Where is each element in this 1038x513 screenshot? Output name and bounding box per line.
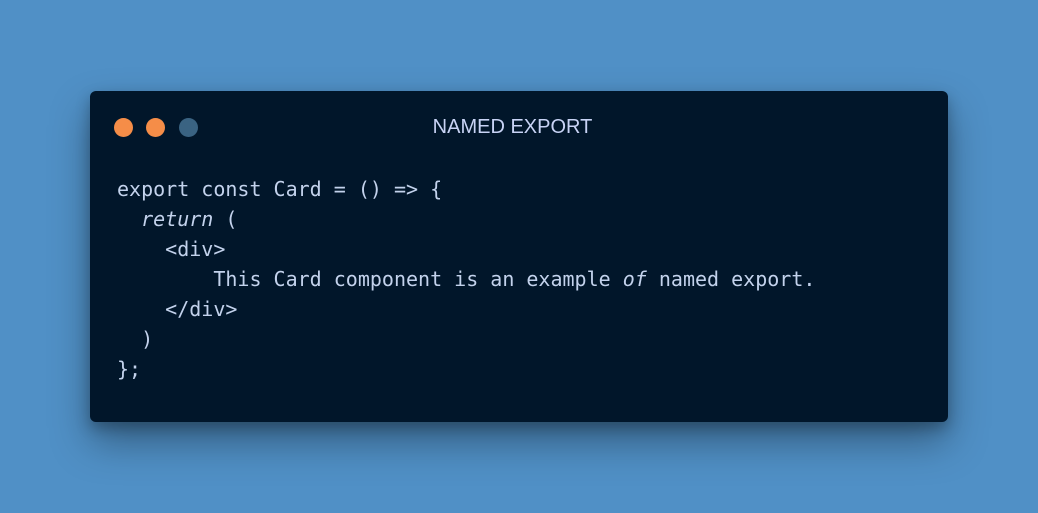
return-keyword: return	[141, 207, 214, 231]
code-block: export const Card = () => { return ( <di…	[117, 174, 815, 384]
code-line-2: return (	[117, 204, 815, 234]
code-line-7: };	[117, 357, 142, 381]
code-line-4: This Card component is an example of nam…	[117, 264, 815, 294]
code-line-4-after: named export.	[646, 267, 816, 291]
window-title: NAMED EXPORT	[432, 116, 593, 138]
code-line-5: </div>	[117, 297, 238, 321]
code-line-1: export const Card = () => {	[117, 177, 443, 201]
code-line-6: )	[117, 327, 154, 351]
of-keyword: of	[622, 267, 647, 291]
code-window: NAMED EXPORT export const Card = () => {…	[90, 91, 948, 422]
code-line-2-rest: (	[213, 207, 238, 231]
code-line-4-before: This Card component is an example	[117, 267, 623, 291]
window-titlebar: NAMED EXPORT	[90, 91, 948, 161]
code-line-3: <div>	[117, 237, 226, 261]
